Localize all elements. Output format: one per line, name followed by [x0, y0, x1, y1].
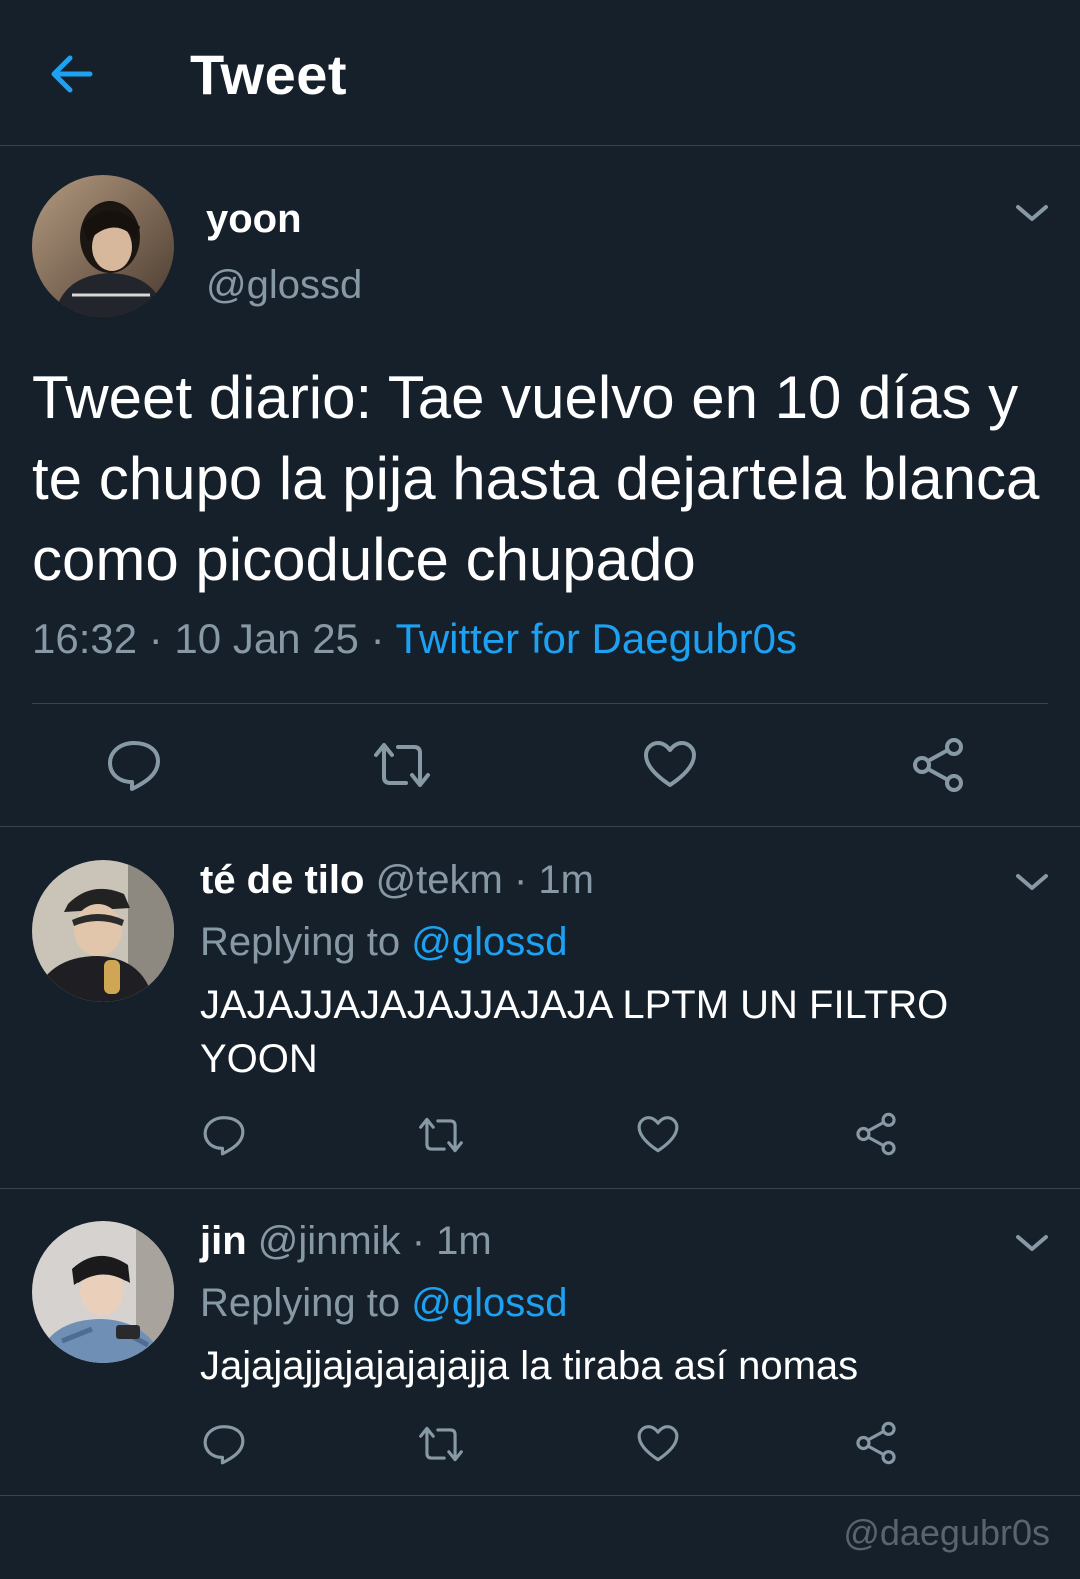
like-icon[interactable] [642, 739, 698, 791]
reply-handle-time: @tekm · 1m [364, 858, 594, 902]
reply-tweet[interactable]: té de tilo @tekm · 1m Replying to @gloss… [0, 828, 1080, 1189]
share-icon[interactable] [910, 737, 966, 793]
reply-author-name[interactable]: té de tilo [200, 858, 364, 902]
replying-to-label: Replying to [200, 1281, 412, 1325]
retweet-icon[interactable] [370, 739, 434, 791]
reply-handle-time: @jinmik · 1m [246, 1219, 492, 1263]
like-icon[interactable] [636, 1423, 680, 1465]
tweet-timestamp: 16:32 · 10 Jan 25 · [32, 615, 396, 662]
divider [32, 703, 1048, 704]
tweet-text: Tweet diario: Tae vuelvo en 10 días y te… [32, 364, 1040, 593]
replying-to: Replying to @glossd [200, 1281, 567, 1326]
avatar[interactable] [32, 1221, 174, 1363]
watermark: @daegubr0s [843, 1512, 1050, 1553]
replying-to: Replying to @glossd [200, 920, 567, 965]
reply-text: JAJAJJAJAJAJJAJAJA LPTM UN FILTRO YOON [200, 983, 949, 1081]
chevron-down-icon[interactable] [1012, 199, 1052, 227]
tweet-meta: 16:32 · 10 Jan 25 · Twitter for Daegubr0… [32, 615, 797, 663]
mention-link[interactable]: @glossd [411, 920, 567, 964]
reply-icon[interactable] [202, 1423, 246, 1465]
author-handle[interactable]: @glossd [206, 263, 362, 308]
reply-tweet[interactable]: jin @jinmik · 1m Replying to @glossd Jaj… [0, 1189, 1080, 1496]
tweet-source-link[interactable]: Twitter for Daegubr0s [395, 615, 797, 662]
reply-text: Jajajajjajajajajajja la tiraba así nomas [200, 1344, 859, 1388]
reply-icon[interactable] [202, 1114, 246, 1156]
avatar[interactable] [32, 860, 174, 1002]
reply-author-name[interactable]: jin [200, 1219, 247, 1263]
reply-icon[interactable] [106, 739, 162, 791]
avatar[interactable] [32, 175, 174, 317]
reply-header: jin @jinmik · 1m [200, 1219, 492, 1264]
retweet-icon[interactable] [416, 1423, 466, 1465]
main-tweet: yoon @glossd Tweet diario: Tae vuelvo en… [0, 147, 1080, 827]
mention-link[interactable]: @glossd [411, 1281, 567, 1325]
chevron-down-icon[interactable] [1012, 1229, 1052, 1257]
replying-to-label: Replying to [200, 920, 412, 964]
like-icon[interactable] [636, 1114, 680, 1156]
top-bar: Tweet [0, 0, 1080, 146]
share-icon[interactable] [854, 1112, 898, 1156]
page-title: Tweet [190, 43, 348, 106]
share-icon[interactable] [854, 1421, 898, 1465]
author-name[interactable]: yoon [206, 197, 302, 242]
back-arrow-icon[interactable] [46, 48, 102, 100]
reply-header: té de tilo @tekm · 1m [200, 858, 594, 903]
chevron-down-icon[interactable] [1012, 868, 1052, 896]
retweet-icon[interactable] [416, 1114, 466, 1156]
